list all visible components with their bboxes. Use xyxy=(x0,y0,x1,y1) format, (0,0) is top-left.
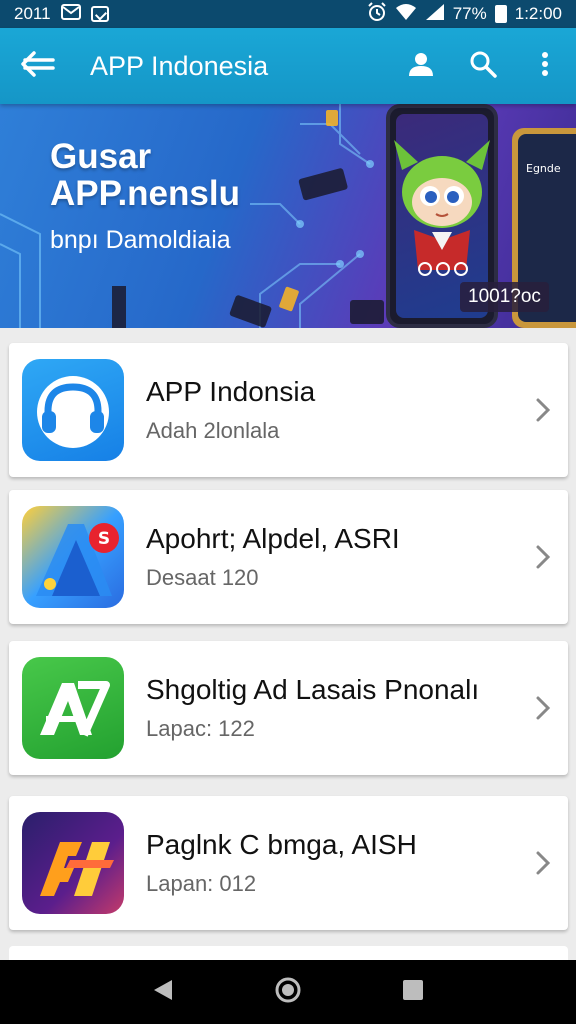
android-mascot-illustration xyxy=(394,140,490,270)
back-button[interactable] xyxy=(0,28,76,104)
signal-icon xyxy=(425,3,445,26)
app-bar: APP Indonesia xyxy=(0,28,576,104)
banner-headline: Gusar APP.nenslu xyxy=(50,138,240,212)
fi-icon xyxy=(22,812,124,914)
list-item[interactable]: Paglnk C bmga, AISH Lapan: 012 xyxy=(9,796,568,930)
page-title: APP Indonesia xyxy=(90,50,269,81)
check-box-icon xyxy=(90,6,109,22)
status-left-text: 2011 xyxy=(14,4,51,23)
nav-back-icon xyxy=(152,978,174,1007)
wifi-icon xyxy=(395,3,417,26)
ad-icon xyxy=(22,657,124,759)
app-meta: Lapac: 122 xyxy=(146,716,255,741)
page-dots xyxy=(418,262,468,276)
app-meta: Desaat 120 xyxy=(146,565,259,590)
search-icon xyxy=(469,50,497,83)
headphones-icon xyxy=(22,359,124,461)
nav-home-icon xyxy=(274,976,302,1009)
promo-banner[interactable]: Gusar APP.nenslu bnpı Damoldiaia Egnde 1… xyxy=(0,104,576,328)
back-arrow-icon xyxy=(21,50,55,82)
maps-icon: S xyxy=(22,506,124,608)
banner-headline-line1: Gusar xyxy=(50,137,152,176)
banner-subtitle: bnpı Damoldiaia xyxy=(50,226,231,254)
account-icon xyxy=(407,50,435,83)
app-name: Apohrt; Alpdel, ASRI xyxy=(146,523,400,554)
app-meta: Adah 2lonlala xyxy=(146,418,280,443)
list-item[interactable]: APP Indonsia Adah 2lonlala xyxy=(9,343,568,477)
account-button[interactable] xyxy=(390,28,452,104)
list-item[interactable]: Shgoltig Ad Lasais Pnonalı Lapac: 122 xyxy=(9,641,568,775)
chevron-right-icon xyxy=(518,397,568,423)
mail-icon xyxy=(60,3,81,25)
nav-recents-icon xyxy=(402,979,424,1006)
nav-recents-button[interactable] xyxy=(383,962,443,1022)
battery-icon xyxy=(494,5,507,23)
system-nav-bar xyxy=(0,960,576,1024)
app-name: Paglnk C bmga, AISH xyxy=(146,829,417,860)
banner-counter: 1001?oc xyxy=(460,282,549,312)
alarm-icon xyxy=(367,1,387,27)
chevron-right-icon xyxy=(518,695,568,721)
status-time: 1:2:00 xyxy=(514,4,562,23)
app-meta: Lapan: 012 xyxy=(146,871,257,896)
phone-screen-text: Egnde xyxy=(526,162,561,175)
app-name: APP Indonsia xyxy=(146,376,316,407)
more-options-button[interactable] xyxy=(514,28,576,104)
chevron-right-icon xyxy=(518,544,568,570)
banner-headline-line2: APP.nenslu xyxy=(50,174,240,213)
list-item[interactable]: S Apohrt; Alpdel, ASRI Desaat 120 xyxy=(9,490,568,624)
svg-text:S: S xyxy=(98,529,110,549)
app-name: Shgoltig Ad Lasais Pnonalı xyxy=(146,674,480,705)
search-button[interactable] xyxy=(452,28,514,104)
more-vert-icon xyxy=(541,51,549,82)
status-bar: 2011 77% 1:2:00 xyxy=(0,0,576,28)
nav-back-button[interactable] xyxy=(133,962,193,1022)
battery-percent: 77% xyxy=(452,4,487,23)
chevron-right-icon xyxy=(518,850,568,876)
nav-home-button[interactable] xyxy=(258,962,318,1022)
